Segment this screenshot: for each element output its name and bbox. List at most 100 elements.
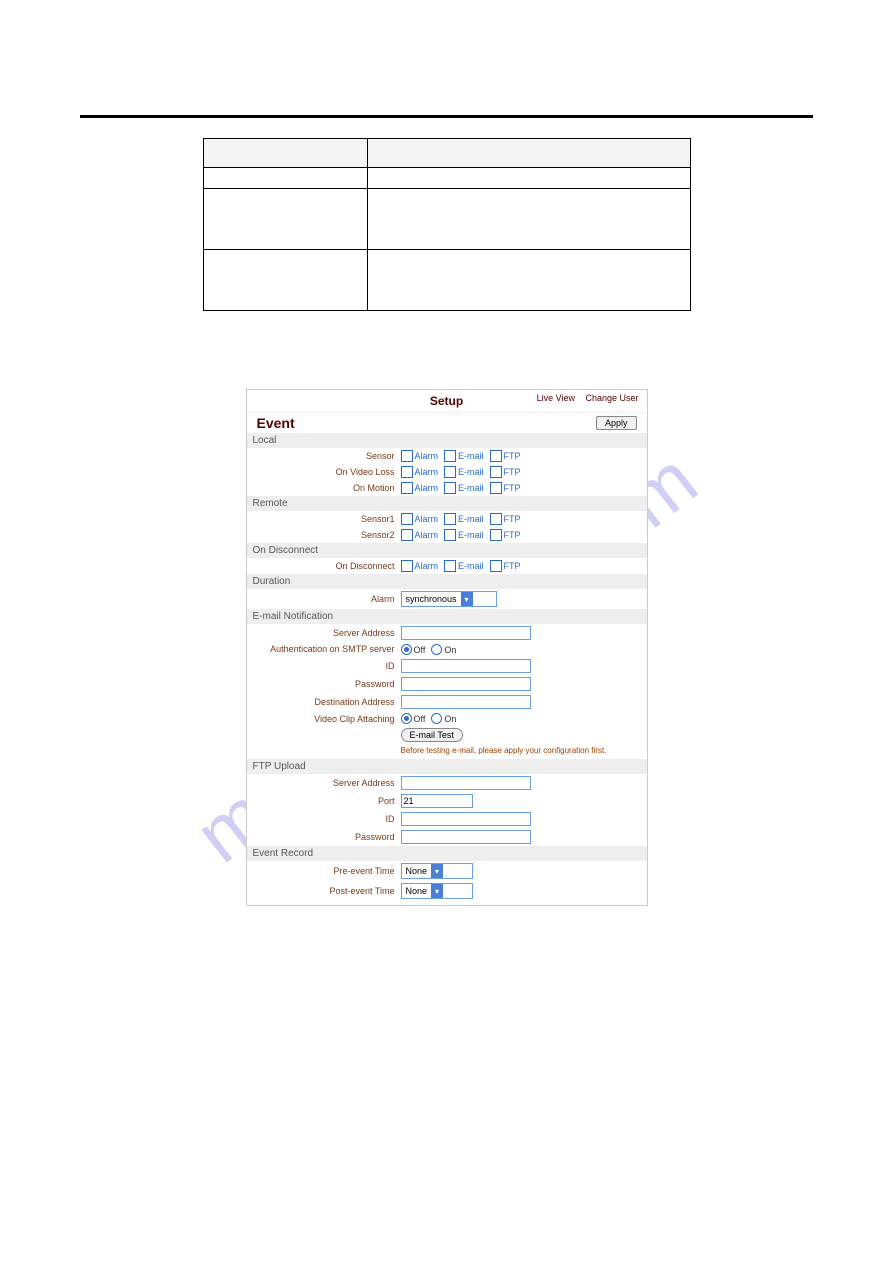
label-post-event: Post-event Time [247,886,401,896]
radio-on[interactable] [431,644,442,655]
apply-button[interactable]: Apply [596,416,637,430]
checkbox-label: Alarm [415,483,439,493]
row-pre-event: Pre-event Time None ▾ [247,861,647,881]
ftp-password-input[interactable] [401,830,531,844]
checkbox-label: Alarm [415,514,439,524]
chevron-down-icon: ▾ [431,884,443,898]
checkbox-label: FTP [504,530,521,540]
checkbox-label: FTP [504,514,521,524]
checkbox-alarm[interactable] [401,450,413,462]
row-motion: On Motion Alarm E-mail FTP [247,480,647,496]
checkbox-email[interactable] [444,466,456,478]
checkbox-email[interactable] [444,560,456,572]
checkbox-ftp[interactable] [490,529,502,541]
dest-address-input[interactable] [401,695,531,709]
checkbox-ftp[interactable] [490,560,502,572]
email-server-input[interactable] [401,626,531,640]
live-view-link[interactable]: Live View [537,393,575,403]
checkbox-email[interactable] [444,482,456,494]
label-alarm: Alarm [247,594,401,604]
section-ftp: FTP Upload [247,759,647,774]
label-sensor: Sensor [247,451,401,461]
row-ftp-port: Port 21 [247,792,647,810]
ftp-port-input[interactable]: 21 [401,794,473,808]
checkbox-alarm[interactable] [401,466,413,478]
checkbox-label: Alarm [415,530,439,540]
label-server-address: Server Address [247,628,401,638]
label-server-address: Server Address [247,778,401,788]
section-duration: Duration [247,574,647,589]
pre-event-select[interactable]: None ▾ [401,863,473,879]
label-password: Password [247,832,401,842]
row-email-test: E-mail Test [247,726,647,744]
label-motion: On Motion [247,483,401,493]
select-value: None [402,886,432,896]
checkbox-alarm[interactable] [401,529,413,541]
label-smtp-auth: Authentication on SMTP server [247,645,401,655]
email-test-note: Before testing e-mail, please apply your… [401,744,647,759]
radio-label: Off [414,645,426,655]
document-page: manualslive.com Setup Live View Change U… [0,0,893,1263]
chevron-down-icon: ▾ [431,864,443,878]
section-email: E-mail Notification [247,609,647,624]
chevron-down-icon: ▾ [461,592,473,606]
alarm-select[interactable]: synchronous ▾ [401,591,497,607]
checkbox-ftp[interactable] [490,513,502,525]
checkbox-email[interactable] [444,450,456,462]
event-header-row: Event Apply [247,413,647,433]
checkbox-label: Alarm [415,561,439,571]
ftp-server-input[interactable] [401,776,531,790]
table-row [203,189,690,250]
table-cell-right [368,189,690,250]
row-email-password: Password [247,675,647,693]
label-pre-event: Pre-event Time [247,866,401,876]
section-local: Local [247,433,647,448]
select-value: None [402,866,432,876]
checkbox-alarm[interactable] [401,482,413,494]
checkbox-label: E-mail [458,561,484,571]
top-links: Live View Change User [529,393,639,403]
checkbox-label: E-mail [458,467,484,477]
checkbox-email[interactable] [444,529,456,541]
radio-label: Off [414,714,426,724]
label-videoloss: On Video Loss [247,467,401,477]
radio-off[interactable] [401,713,412,724]
ftp-id-input[interactable] [401,812,531,826]
setup-event-screenshot: Setup Live View Change User Event Apply … [246,389,648,906]
checkbox-alarm[interactable] [401,560,413,572]
table-header-row [203,139,690,168]
table-cell-right [368,168,690,189]
row-ftp-server: Server Address [247,774,647,792]
change-user-link[interactable]: Change User [585,393,638,403]
checkbox-ftp[interactable] [490,482,502,494]
checkbox-ftp[interactable] [490,450,502,462]
checkbox-alarm[interactable] [401,513,413,525]
label-ondisconnect: On Disconnect [247,561,401,571]
email-test-button[interactable]: E-mail Test [401,728,463,742]
section-remote: Remote [247,496,647,511]
checkbox-label: Alarm [415,451,439,461]
row-sensor: Sensor Alarm E-mail FTP [247,448,647,464]
table-header-item [203,139,368,168]
label-id: ID [247,814,401,824]
label-password: Password [247,679,401,689]
row-alarm-duration: Alarm synchronous ▾ [247,589,647,609]
section-event-record: Event Record [247,846,647,861]
radio-off[interactable] [401,644,412,655]
checkbox-email[interactable] [444,513,456,525]
row-sensor2: Sensor2 Alarm E-mail FTP [247,527,647,543]
checkbox-ftp[interactable] [490,466,502,478]
checkbox-label: E-mail [458,451,484,461]
email-password-input[interactable] [401,677,531,691]
email-id-input[interactable] [401,659,531,673]
table-cell-left [203,189,368,250]
label-sensor1: Sensor1 [247,514,401,524]
label-video-clip: Video Clip Attaching [247,714,401,724]
row-sensor1: Sensor1 Alarm E-mail FTP [247,511,647,527]
post-event-select[interactable]: None ▾ [401,883,473,899]
radio-on[interactable] [431,713,442,724]
row-ftp-id: ID [247,810,647,828]
row-ondisconnect: On Disconnect Alarm E-mail FTP [247,558,647,574]
checkbox-label: Alarm [415,467,439,477]
checkbox-label: E-mail [458,483,484,493]
